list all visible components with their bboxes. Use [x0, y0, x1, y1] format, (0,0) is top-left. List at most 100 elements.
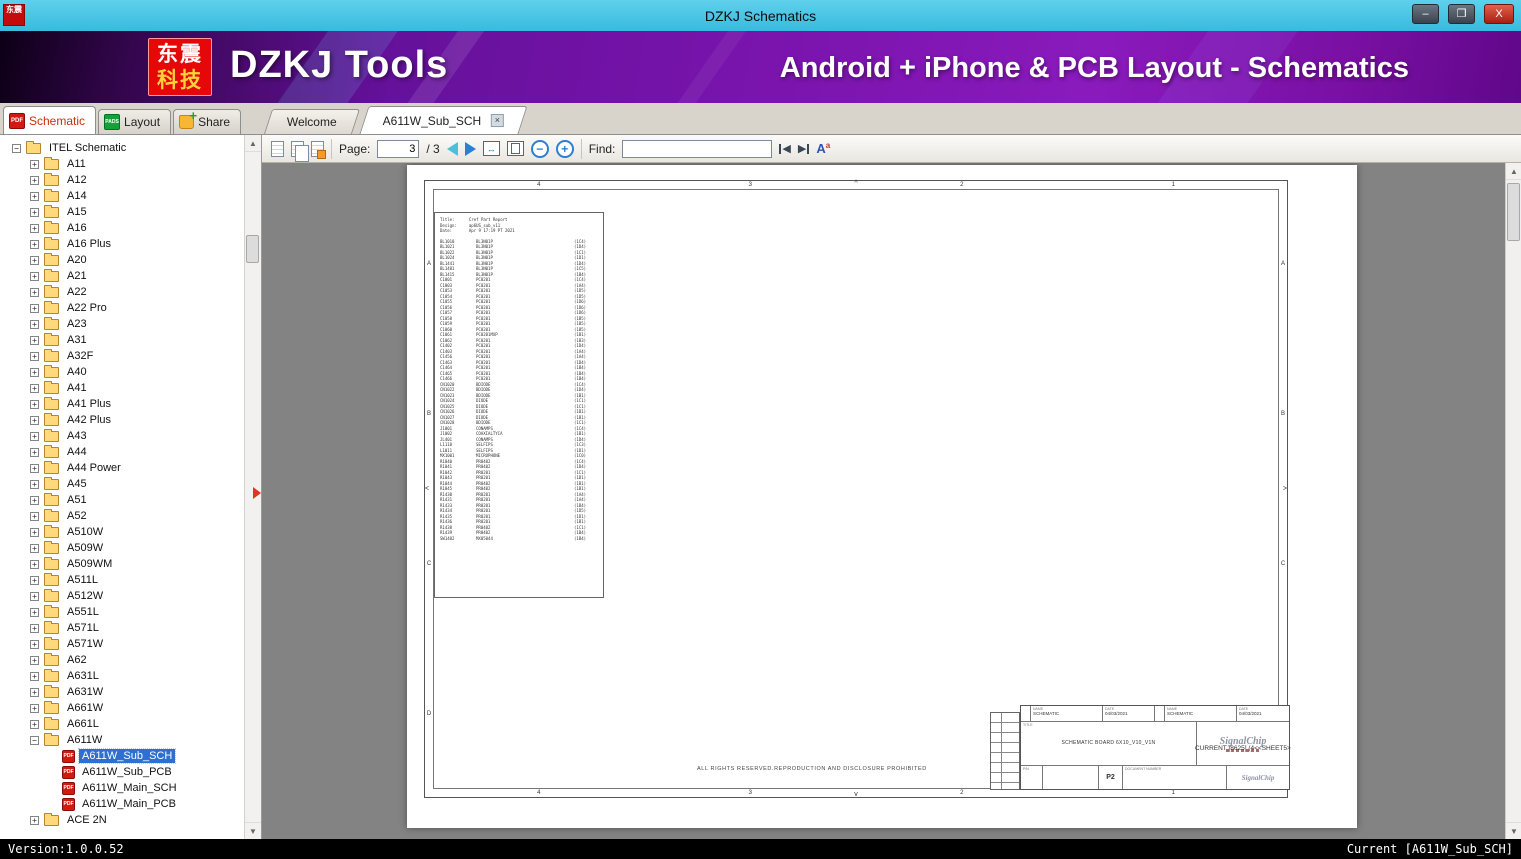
expand-icon[interactable]: +: [30, 559, 39, 569]
scroll-down-icon[interactable]: ▼: [245, 822, 261, 839]
fit-width-icon[interactable]: ↔: [482, 141, 500, 156]
tree-folder-row[interactable]: + A45: [0, 476, 244, 492]
tree-folder-row[interactable]: + A551L: [0, 604, 244, 620]
expand-icon[interactable]: +: [30, 543, 39, 553]
close-button[interactable]: X: [1484, 4, 1514, 24]
expand-icon[interactable]: +: [30, 367, 39, 377]
tree-document-label[interactable]: A611W_Sub_PCB: [79, 765, 175, 779]
tree-document-row[interactable]: PDF A611W_Main_SCH: [0, 780, 244, 796]
expand-icon[interactable]: +: [30, 239, 39, 249]
viewer-scroll-thumb[interactable]: [1507, 183, 1520, 241]
sidebar-scroll-thumb[interactable]: [246, 235, 259, 263]
tree-folder-row[interactable]: + A31: [0, 332, 244, 348]
expand-icon[interactable]: +: [30, 687, 39, 697]
tree-folder-row[interactable]: + A44: [0, 444, 244, 460]
zoom-in-icon[interactable]: +: [555, 139, 574, 158]
doc-tab-welcome[interactable]: Welcome: [263, 109, 360, 134]
next-page-icon[interactable]: [464, 141, 476, 156]
expand-icon[interactable]: +: [30, 671, 39, 681]
tree-document-row[interactable]: PDF A611W_Sub_PCB: [0, 764, 244, 780]
collapse-icon[interactable]: −: [12, 143, 21, 153]
collapse-icon[interactable]: −: [30, 735, 39, 745]
find-next-icon[interactable]: ▶: [798, 142, 809, 155]
tree-document-row[interactable]: PDF A611W_Main_PCB: [0, 796, 244, 812]
expand-icon[interactable]: +: [30, 351, 39, 361]
expand-icon[interactable]: +: [30, 287, 39, 297]
title-bar[interactable]: 东震 DZKJ Schematics – ❐ X: [0, 0, 1521, 31]
tree-folder-row[interactable]: + A52: [0, 508, 244, 524]
tree-document-row[interactable]: PDF A611W_Sub_SCH: [0, 748, 244, 764]
tree-folder-row[interactable]: + A42 Plus: [0, 412, 244, 428]
tree-folder-row[interactable]: + A23: [0, 316, 244, 332]
splitter-collapse-arrow[interactable]: [253, 487, 261, 499]
expand-icon[interactable]: +: [30, 703, 39, 713]
tree-folder-row[interactable]: + A43: [0, 428, 244, 444]
tree-folder-row[interactable]: + A16 Plus: [0, 236, 244, 252]
doc-tab-close-icon[interactable]: ×: [490, 114, 504, 127]
tab-share[interactable]: + Share: [173, 108, 242, 134]
viewer-scrollbar[interactable]: ▲ ▼: [1505, 163, 1521, 839]
tree-folder-row[interactable]: + A571W: [0, 636, 244, 652]
expand-icon[interactable]: +: [30, 623, 39, 633]
expand-icon[interactable]: +: [30, 463, 39, 473]
expand-icon[interactable]: +: [30, 335, 39, 345]
expand-icon[interactable]: +: [30, 815, 39, 825]
expand-icon[interactable]: +: [30, 319, 39, 329]
tree-folder-row[interactable]: + A40: [0, 364, 244, 380]
expand-icon[interactable]: +: [30, 511, 39, 521]
page-number-input[interactable]: [377, 139, 420, 158]
zoom-out-icon[interactable]: −: [530, 139, 549, 158]
export-page-icon[interactable]: [311, 140, 326, 159]
tree-folder-row[interactable]: + A661L: [0, 716, 244, 732]
tree-folder-row[interactable]: + A41 Plus: [0, 396, 244, 412]
expand-icon[interactable]: +: [30, 415, 39, 425]
expand-icon[interactable]: +: [30, 575, 39, 585]
tree-folder-row[interactable]: + A22 Pro: [0, 300, 244, 316]
expand-icon[interactable]: +: [30, 223, 39, 233]
tree-folder-row[interactable]: + ACE 2N: [0, 812, 244, 828]
tree-folder-row[interactable]: + A41: [0, 380, 244, 396]
expand-icon[interactable]: +: [30, 399, 39, 409]
scroll-down-icon[interactable]: ▼: [1506, 822, 1521, 839]
previous-page-icon[interactable]: [446, 141, 458, 156]
tree-folder-row[interactable]: + A510W: [0, 524, 244, 540]
expand-icon[interactable]: +: [30, 383, 39, 393]
tree-folder-row[interactable]: + A21: [0, 268, 244, 284]
tree-folder-row[interactable]: + A571L: [0, 620, 244, 636]
tree-folder-row[interactable]: + A32F: [0, 348, 244, 364]
scroll-up-icon[interactable]: ▲: [245, 135, 261, 152]
expand-icon[interactable]: +: [30, 175, 39, 185]
tree-folder-row[interactable]: + A62: [0, 652, 244, 668]
expand-icon[interactable]: +: [30, 639, 39, 649]
tree-folder-expanded[interactable]: − A611W: [0, 732, 244, 748]
tree-folder-row[interactable]: + A22: [0, 284, 244, 300]
expand-icon[interactable]: +: [30, 255, 39, 265]
tree-folder-row[interactable]: + A512W: [0, 588, 244, 604]
expand-icon[interactable]: +: [30, 591, 39, 601]
tree-document-label[interactable]: A611W_Main_SCH: [79, 781, 180, 795]
tree-folder-row[interactable]: + A20: [0, 252, 244, 268]
scroll-up-icon[interactable]: ▲: [1506, 163, 1521, 180]
text-size-icon[interactable]: Aa: [816, 141, 830, 156]
expand-icon[interactable]: +: [30, 447, 39, 457]
expand-icon[interactable]: +: [30, 431, 39, 441]
tree-folder-row[interactable]: + A51: [0, 492, 244, 508]
tree-folder-row[interactable]: + A631L: [0, 668, 244, 684]
tree-folder-row[interactable]: + A661W: [0, 700, 244, 716]
expand-icon[interactable]: +: [30, 495, 39, 505]
pdf-viewer[interactable]: 4321 4321 ABCD ABCD ^ v < > Title: Cref …: [262, 163, 1521, 839]
tab-schematic[interactable]: PDF Schematic: [3, 106, 97, 134]
copy-page-icon[interactable]: [291, 140, 309, 162]
tree-folder-row[interactable]: + A16: [0, 220, 244, 236]
tree-folder-row[interactable]: + A11: [0, 156, 244, 172]
find-input[interactable]: [622, 139, 773, 158]
expand-icon[interactable]: +: [30, 159, 39, 169]
find-previous-icon[interactable]: ◀: [779, 142, 790, 155]
tab-layout[interactable]: PADS Layout: [98, 109, 172, 134]
tree-folder-row[interactable]: + A12: [0, 172, 244, 188]
minimize-button[interactable]: –: [1412, 4, 1439, 24]
expand-icon[interactable]: +: [30, 719, 39, 729]
expand-icon[interactable]: +: [30, 479, 39, 489]
expand-icon[interactable]: +: [30, 191, 39, 201]
tree-document-label[interactable]: A611W_Sub_SCH: [77, 748, 177, 764]
